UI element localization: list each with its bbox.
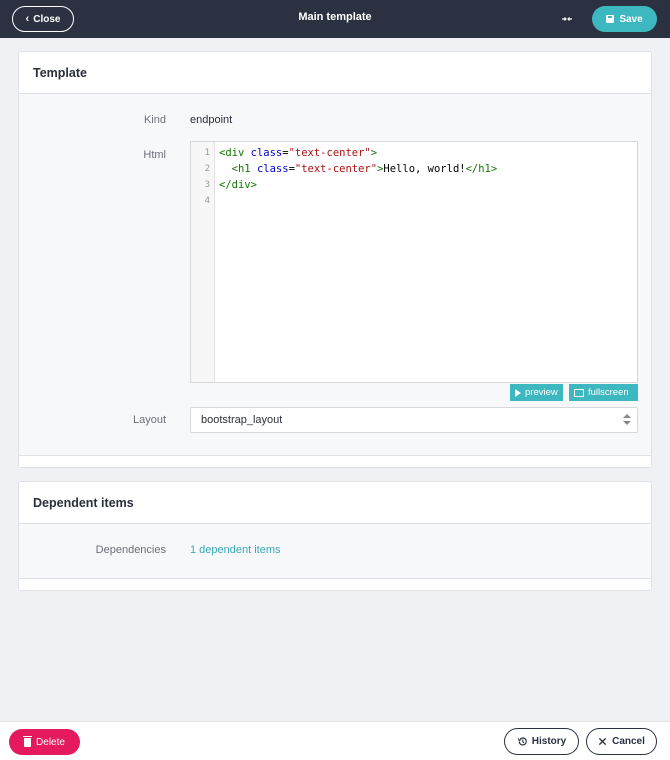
code-line: </div> bbox=[219, 179, 257, 191]
history-button-label: History bbox=[531, 736, 567, 747]
image-icon bbox=[574, 388, 584, 397]
dependent-items-body: Dependencies 1 dependent items bbox=[19, 524, 651, 578]
delete-button-label: Delete bbox=[36, 736, 65, 748]
code-line: <h1 class="text-center">Hello, world!</h… bbox=[231, 163, 498, 175]
line-number: 2 bbox=[204, 164, 210, 174]
bottom-action-bar: Delete History Cancel bbox=[0, 721, 670, 760]
compress-icon[interactable] bbox=[561, 13, 573, 25]
layout-label: Layout bbox=[132, 414, 166, 426]
cancel-button[interactable]: Cancel bbox=[586, 728, 657, 755]
dependent-items-heading: Dependent items bbox=[19, 482, 651, 524]
floppy-disk-icon bbox=[606, 15, 615, 23]
history-button[interactable]: History bbox=[504, 728, 579, 755]
code-line: <div class="text-center"> bbox=[219, 147, 378, 159]
template-panel: Template Kind endpoint Html 1 2 3 4 <div… bbox=[18, 51, 652, 468]
fullscreen-label: fullscreen bbox=[588, 387, 629, 398]
line-number-gutter: 1 2 3 4 bbox=[191, 142, 215, 382]
dependent-items-link[interactable]: 1 dependent items bbox=[190, 544, 281, 556]
cancel-button-label: Cancel bbox=[612, 736, 645, 747]
save-button-label: Save bbox=[619, 13, 643, 25]
html-code-editor[interactable]: 1 2 3 4 <div class="text-center"> <h1 cl… bbox=[190, 141, 638, 383]
line-number: 4 bbox=[204, 196, 210, 206]
template-panel-footer bbox=[19, 455, 651, 467]
trash-icon bbox=[23, 735, 33, 747]
top-bar: ‹ Close Main template Save bbox=[0, 0, 670, 38]
x-icon bbox=[598, 737, 607, 746]
dependent-items-panel: Dependent items Dependencies 1 dependent… bbox=[18, 481, 652, 591]
html-label: Html bbox=[143, 149, 166, 161]
fullscreen-button[interactable]: fullscreen bbox=[569, 384, 638, 401]
dependencies-label: Dependencies bbox=[95, 544, 166, 556]
play-icon bbox=[515, 388, 521, 397]
line-number: 3 bbox=[204, 180, 210, 190]
kind-label: Kind bbox=[143, 114, 166, 126]
template-panel-heading: Template bbox=[19, 52, 651, 94]
layout-select[interactable]: bootstrap_layout bbox=[190, 407, 638, 433]
delete-button[interactable]: Delete bbox=[9, 729, 80, 755]
template-panel-body: Kind endpoint Html 1 2 3 4 <div class="t… bbox=[19, 94, 651, 455]
line-number: 1 bbox=[204, 148, 210, 158]
preview-button[interactable]: preview bbox=[510, 384, 563, 401]
dependent-items-footer bbox=[19, 578, 651, 590]
layout-select-value: bootstrap_layout bbox=[201, 414, 283, 426]
sort-arrows-icon bbox=[623, 414, 631, 426]
history-icon bbox=[517, 737, 527, 746]
save-button[interactable]: Save bbox=[592, 6, 657, 32]
kind-value: endpoint bbox=[190, 114, 233, 126]
preview-label: preview bbox=[525, 387, 558, 398]
